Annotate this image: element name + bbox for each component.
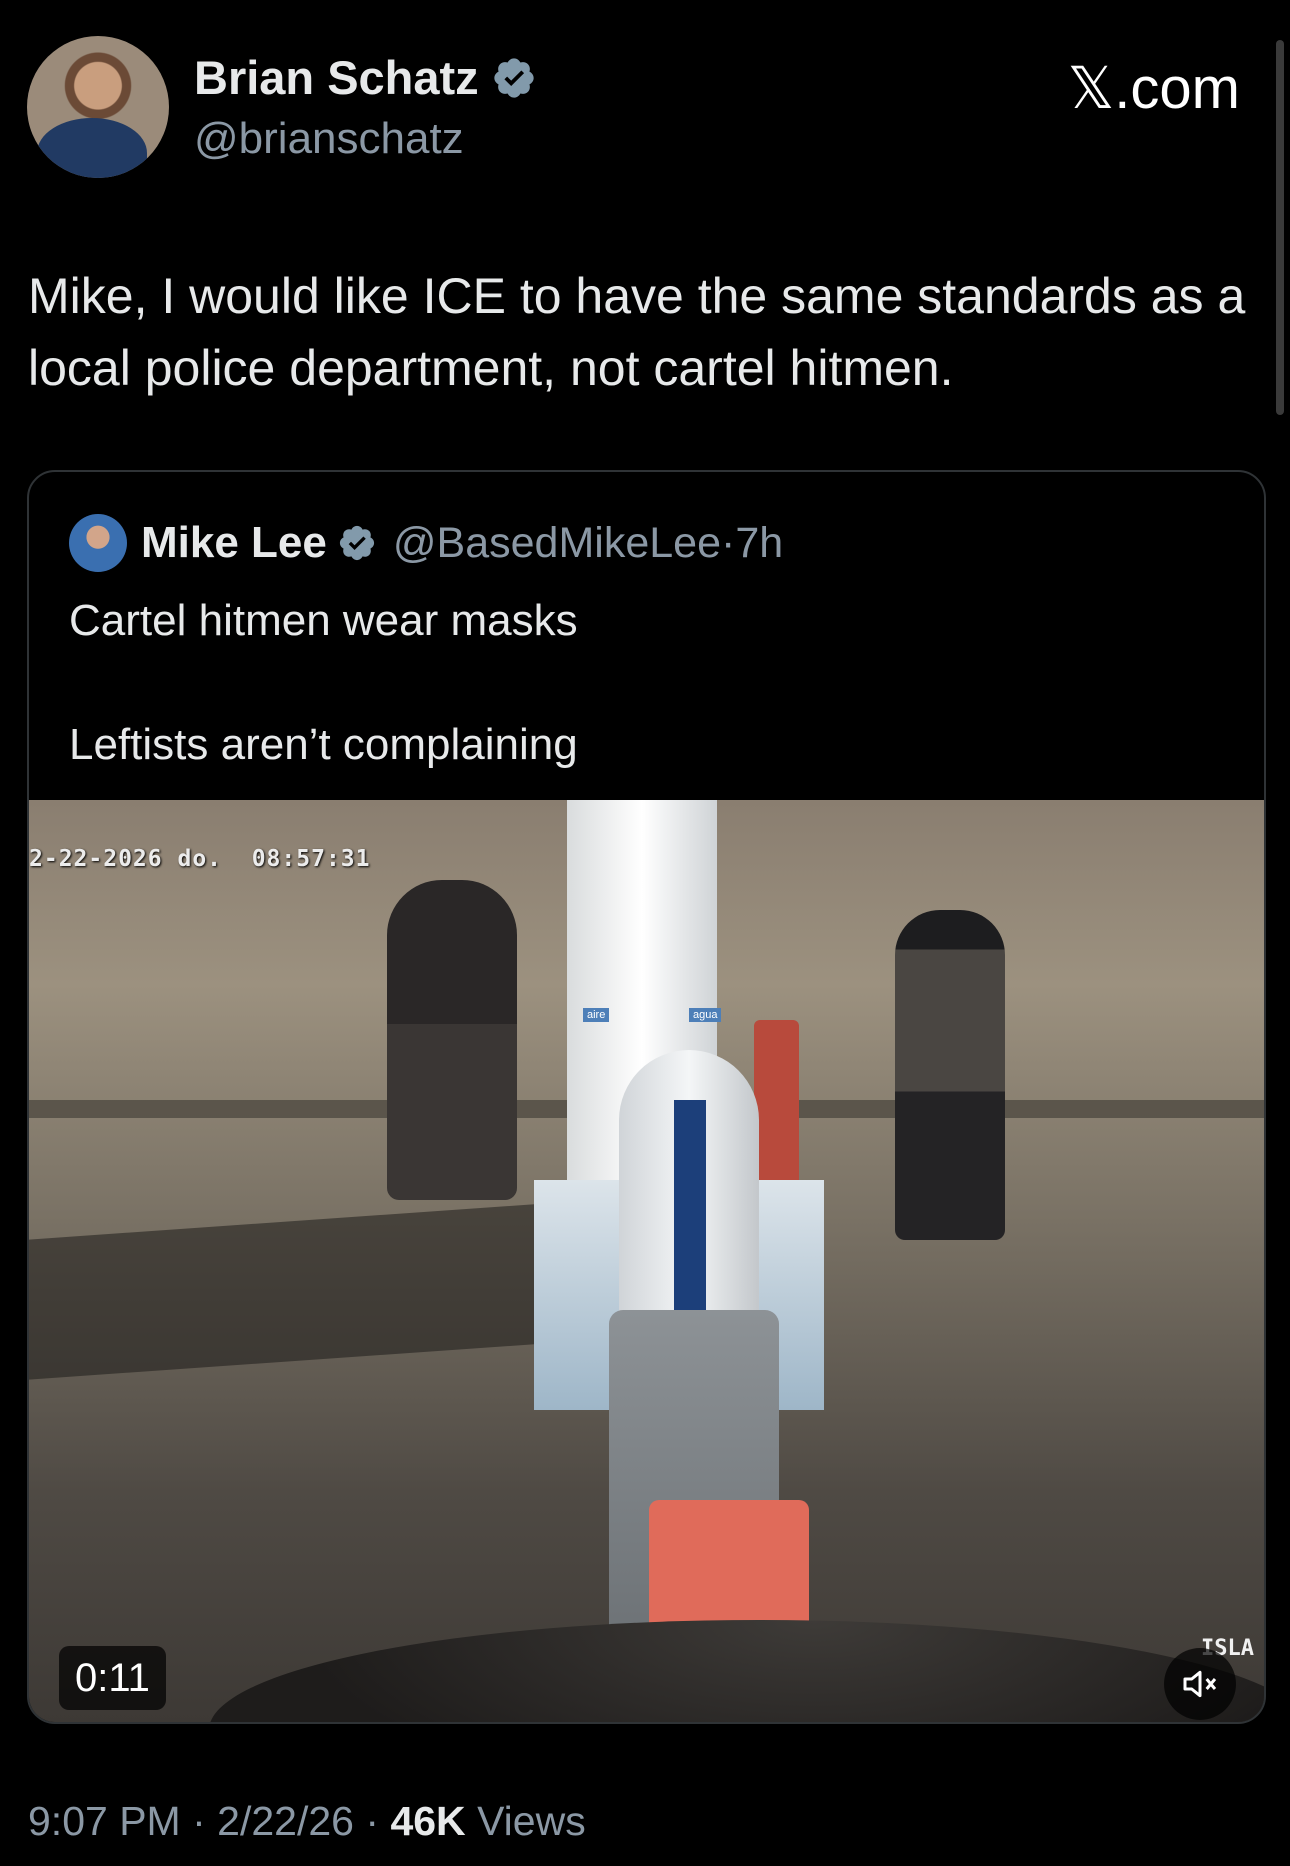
tweet-meta: 9:07 PM · 2/22/26 · 46K Views bbox=[28, 1798, 586, 1845]
person-with-hose bbox=[895, 910, 1005, 1240]
quoted-author-handle[interactable]: @BasedMikeLee·7h bbox=[393, 519, 783, 568]
pump-label-water: agua bbox=[689, 1008, 722, 1022]
quoted-tweet-card[interactable]: Mike Lee @BasedMikeLee·7h Cartel hitmen … bbox=[27, 470, 1266, 1724]
car-hood bbox=[209, 1620, 1264, 1722]
verified-badge-icon bbox=[494, 57, 534, 98]
video-duration: 0:11 bbox=[59, 1646, 166, 1710]
ground-shadow bbox=[29, 1200, 589, 1380]
tweet-date[interactable]: 2/22/26 bbox=[217, 1798, 354, 1844]
author-avatar[interactable] bbox=[27, 36, 169, 178]
masked-person bbox=[387, 880, 517, 1200]
cctv-timestamp: 2-22-2026 do. 08:57:31 bbox=[29, 846, 371, 872]
views-label: Views bbox=[477, 1798, 586, 1844]
site-label: 𝕏.com bbox=[1067, 56, 1240, 121]
quoted-tweet-header: Mike Lee @BasedMikeLee·7h bbox=[69, 514, 783, 572]
mute-button[interactable] bbox=[1164, 1648, 1236, 1720]
author-display-name[interactable]: Brian Schatz bbox=[194, 50, 479, 105]
quoted-author-avatar[interactable] bbox=[69, 514, 127, 572]
tweet-time[interactable]: 9:07 PM bbox=[28, 1798, 181, 1844]
tweet-text: Mike, I would like ICE to have the same … bbox=[28, 268, 1260, 396]
separator: · bbox=[365, 1798, 380, 1844]
views-count: 46K bbox=[390, 1798, 466, 1844]
author-handle[interactable]: @brianschatz bbox=[194, 114, 464, 164]
speaker-muted-icon bbox=[1183, 1670, 1217, 1698]
quoted-author-display-name[interactable]: Mike Lee bbox=[141, 518, 327, 568]
verified-badge-icon bbox=[339, 525, 374, 561]
tweet-header: Brian Schatz @brianschatz 𝕏.com bbox=[27, 36, 1290, 186]
pump-fixture bbox=[754, 1020, 799, 1200]
separator: · bbox=[192, 1798, 206, 1844]
video-player[interactable]: 2-22-2026 do. 08:57:31 aire agua ISLA 0:… bbox=[29, 800, 1264, 1722]
pump-label-air: aire bbox=[583, 1008, 610, 1022]
quoted-tweet-text: Cartel hitmen wear masks Leftists aren’t… bbox=[69, 596, 578, 769]
author-name-row: Brian Schatz bbox=[194, 50, 537, 105]
